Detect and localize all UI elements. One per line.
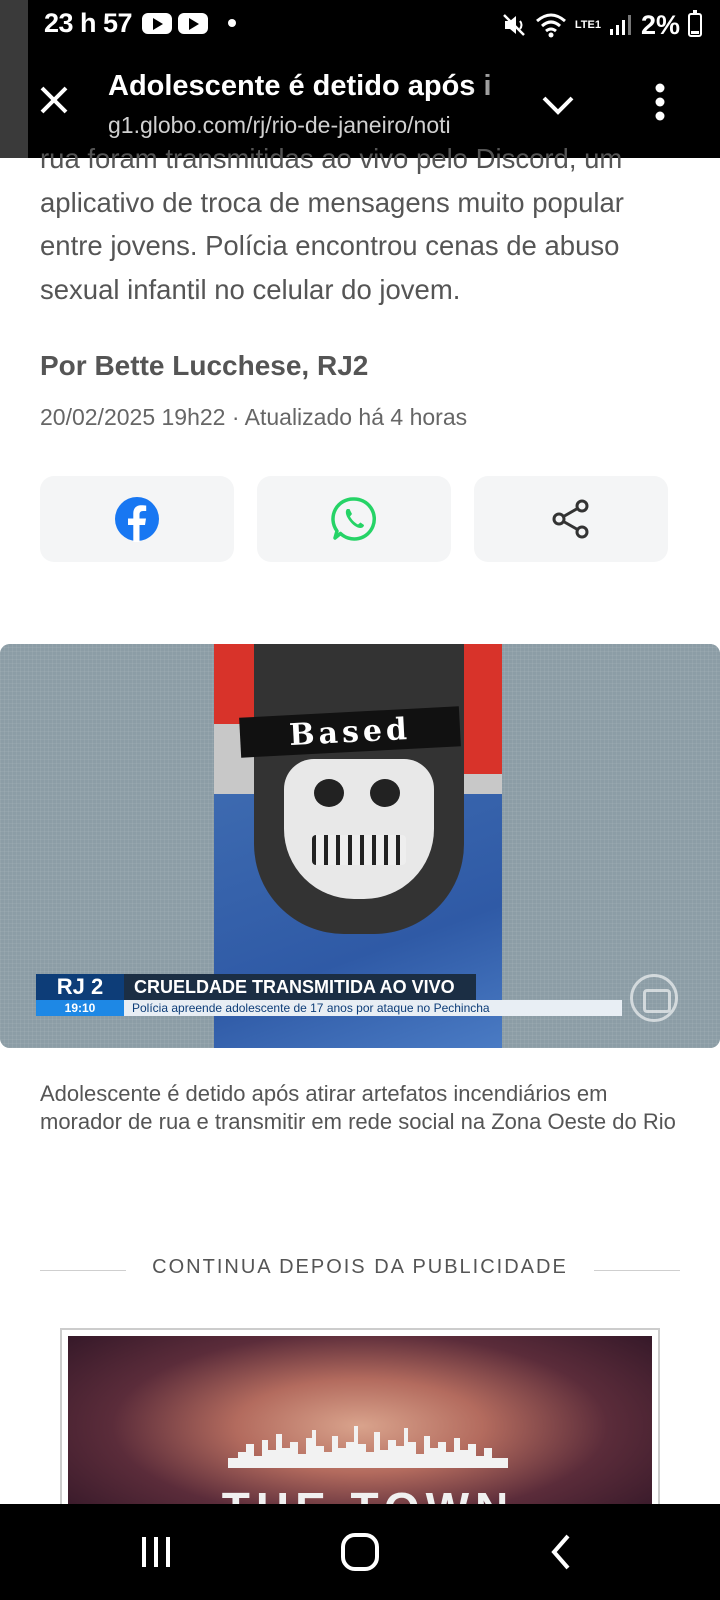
page-url[interactable]: g1.globo.com/rj/rio-de-janeiro/noti — [108, 112, 518, 139]
more-vert-icon — [655, 83, 665, 121]
navigation-bar — [0, 1504, 720, 1600]
back-icon — [551, 1534, 570, 1570]
expand-button[interactable] — [538, 84, 578, 124]
battery-percent: 2% — [640, 9, 680, 40]
more-notifications-dot-icon — [228, 19, 236, 27]
ad-divider: CONTINUA DEPOIS DA PUBLICIDADE — [40, 1256, 680, 1278]
article-byline: Por Bette Lucchese, RJ2 — [40, 350, 369, 381]
status-bar: 23 h 57 LTE1 2% — [0, 0, 720, 50]
youtube-notification-icon — [142, 13, 172, 34]
share-icon — [552, 499, 589, 539]
signal-icon — [609, 15, 631, 35]
status-icons: LTE1 2% — [501, 8, 702, 42]
back-button[interactable] — [540, 1530, 584, 1574]
ad-image: THE TOWN CARD — [68, 1336, 652, 1506]
article-dateline: 20/02/2025 19h22 · Atualizado há 4 horas — [40, 404, 468, 430]
facebook-icon — [115, 497, 159, 542]
recent-apps-button[interactable] — [134, 1530, 178, 1574]
status-time: 23 h 57 — [44, 8, 133, 38]
battery-charging-icon — [688, 10, 702, 37]
share-whatsapp-button[interactable] — [257, 476, 451, 562]
share-facebook-button[interactable] — [40, 476, 234, 562]
article-video[interactable]: Based RJ 2 19:10 CRUELDADE TRANSMITIDA A… — [0, 644, 720, 1048]
page-title: Adolescente é detido após i — [108, 70, 492, 102]
advertisement[interactable]: THE TOWN CARD — [60, 1328, 660, 1508]
red-wall — [214, 644, 254, 724]
program-logo-text: RJ 2 — [36, 974, 124, 1000]
ad-label: CONTINUA DEPOIS DA PUBLICIDADE — [152, 1256, 568, 1278]
video-subline: Polícia apreende adolescente de 17 anos … — [124, 1000, 622, 1016]
wifi-icon — [535, 13, 566, 38]
skyline-graphic — [228, 1426, 508, 1468]
screen: 23 h 57 LTE1 2% Adolescente é detido apó… — [0, 0, 720, 1600]
close-icon — [40, 86, 68, 114]
article-lede: rua foram transmitidas ao vivo pelo Disc… — [40, 143, 624, 305]
video-caption: Adolescente é detido após atirar artefat… — [40, 1081, 676, 1134]
edge-panel-strip — [0, 0, 28, 158]
recent-apps-icon — [142, 1537, 170, 1567]
skull-mask — [284, 759, 434, 899]
whatsapp-icon — [331, 497, 377, 541]
program-logo: RJ 2 19:10 — [36, 974, 124, 1016]
chevron-down-icon — [542, 96, 574, 115]
home-button[interactable] — [338, 1530, 382, 1574]
mute-vibrate-icon — [503, 14, 525, 36]
share-more-button[interactable] — [474, 476, 668, 562]
program-time: 19:10 — [36, 1000, 124, 1016]
more-options-button[interactable] — [640, 80, 680, 124]
globo-watermark-icon — [630, 974, 678, 1022]
close-button[interactable] — [34, 80, 74, 120]
video-lower-third: RJ 2 19:10 CRUELDADE TRANSMITIDA AO VIVO… — [36, 974, 622, 1016]
video-headline: CRUELDADE TRANSMITIDA AO VIVO — [124, 974, 476, 1000]
home-icon — [341, 1533, 379, 1571]
network-type-label: LTE1 — [574, 18, 601, 31]
youtube-notification-icon — [178, 13, 208, 34]
